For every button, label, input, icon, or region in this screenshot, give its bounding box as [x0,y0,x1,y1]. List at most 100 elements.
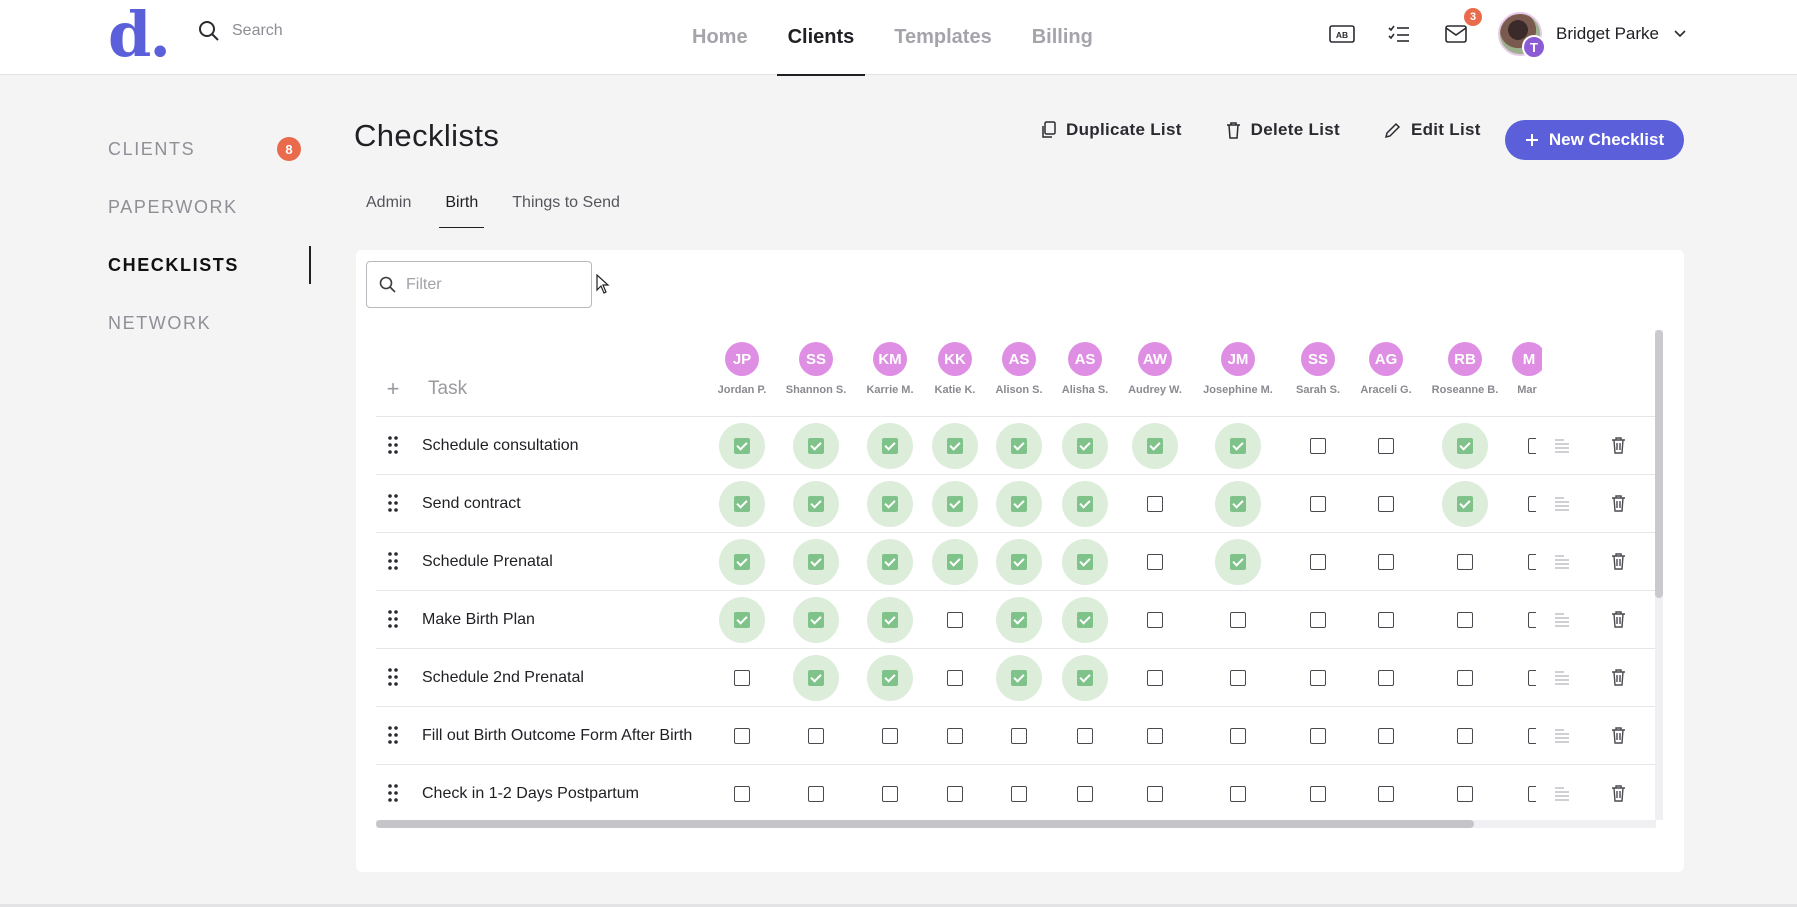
task-check-cell[interactable] [719,481,765,527]
checkbox-checked[interactable] [1077,496,1093,512]
task-check-cell[interactable] [867,597,913,643]
checkbox-unchecked[interactable] [947,670,963,686]
checkbox-checked[interactable] [734,612,750,628]
checkbox-unchecked[interactable] [947,786,963,802]
notes-icon[interactable] [1554,785,1570,806]
tab-admin[interactable]: Admin [360,190,417,228]
checkbox-unchecked[interactable] [808,786,824,802]
task-check-cell[interactable] [1295,771,1341,817]
task-check-cell[interactable] [1295,597,1341,643]
task-check-cell[interactable] [1363,423,1409,469]
checkbox-checked[interactable] [1011,438,1027,454]
checkbox-unchecked[interactable] [1378,438,1394,454]
task-check-cell[interactable] [793,655,839,701]
checkbox-checked[interactable] [734,438,750,454]
edit-list-button[interactable]: Edit List [1384,120,1481,140]
task-check-cell[interactable] [1062,539,1108,585]
tab-things-to-send[interactable]: Things to Send [506,190,626,228]
checkbox-checked[interactable] [1077,554,1093,570]
checkbox-unchecked[interactable] [1147,786,1163,802]
app-logo[interactable]: d. [108,4,171,66]
checkbox-checked[interactable] [1011,496,1027,512]
checkbox-unchecked[interactable] [1457,786,1473,802]
task-check-cell[interactable] [996,655,1042,701]
task-check-cell[interactable] [719,655,765,701]
notes-icon[interactable] [1554,553,1570,574]
notes-icon[interactable] [1554,727,1570,748]
task-check-cell[interactable] [1363,539,1409,585]
task-check-cell[interactable] [1132,771,1178,817]
drag-handle-icon[interactable] [386,493,400,513]
checkbox-checked[interactable] [882,670,898,686]
task-check-cell[interactable] [1062,655,1108,701]
client-column-header[interactable]: AG Araceli G. [1344,342,1428,396]
task-check-cell[interactable] [996,771,1042,817]
mail-icon[interactable]: 3 [1442,8,1482,48]
new-checklist-button[interactable]: New Checklist [1505,120,1684,160]
delete-task-icon[interactable] [1611,668,1626,691]
checkbox-unchecked[interactable] [734,728,750,744]
checkbox-unchecked[interactable] [1528,438,1536,454]
nav-templates[interactable]: Templates [874,0,1011,75]
task-check-cell[interactable] [996,539,1042,585]
task-check-cell[interactable] [719,713,765,759]
checkbox-unchecked[interactable] [1528,554,1536,570]
task-check-cell[interactable] [1363,655,1409,701]
task-check-cell[interactable] [793,771,839,817]
task-check-cell[interactable] [996,713,1042,759]
checkbox-checked[interactable] [808,612,824,628]
sidebar-item-paperwork[interactable]: PAPERWORK [108,178,311,236]
checkbox-checked[interactable] [1077,612,1093,628]
task-check-cell[interactable] [1363,713,1409,759]
task-name[interactable]: Send contract [422,475,521,533]
notes-icon[interactable] [1554,495,1570,516]
checkbox-unchecked[interactable] [1528,670,1536,686]
task-check-cell[interactable] [1295,423,1341,469]
delete-task-icon[interactable] [1611,784,1626,807]
task-check-cell[interactable] [1132,713,1178,759]
checkbox-unchecked[interactable] [1310,438,1326,454]
checkbox-checked[interactable] [1457,496,1473,512]
task-check-cell[interactable] [1363,771,1409,817]
checkbox-checked[interactable] [1011,670,1027,686]
checkbox-unchecked[interactable] [1147,554,1163,570]
checkbox-unchecked[interactable] [1310,670,1326,686]
horizontal-scroll-thumb[interactable] [376,820,1474,828]
checkbox-unchecked[interactable] [1528,786,1536,802]
checkbox-checked[interactable] [882,496,898,512]
checkbox-unchecked[interactable] [947,728,963,744]
checkbox-unchecked[interactable] [808,728,824,744]
task-check-cell[interactable] [1363,481,1409,527]
task-check-cell[interactable] [1442,713,1488,759]
drag-handle-icon[interactable] [386,667,400,687]
checkbox-unchecked[interactable] [1378,554,1394,570]
checkbox-checked[interactable] [947,554,963,570]
checkbox-unchecked[interactable] [1147,496,1163,512]
checkbox-unchecked[interactable] [1147,728,1163,744]
task-check-cell[interactable] [932,713,978,759]
checkbox-checked[interactable] [1457,438,1473,454]
checkbox-unchecked[interactable] [734,670,750,686]
task-check-cell[interactable] [793,481,839,527]
task-check-cell[interactable] [719,539,765,585]
checkbox-checked[interactable] [1230,496,1246,512]
task-check-cell[interactable] [1295,655,1341,701]
checkbox-unchecked[interactable] [1528,496,1536,512]
task-name[interactable]: Schedule Prenatal [422,533,553,591]
drag-handle-icon[interactable] [386,609,400,629]
task-check-cell[interactable] [1363,597,1409,643]
checkbox-checked[interactable] [882,438,898,454]
checkbox-unchecked[interactable] [1011,786,1027,802]
task-check-cell[interactable] [867,423,913,469]
notes-icon[interactable] [1554,437,1570,458]
task-check-cell[interactable] [793,539,839,585]
drag-handle-icon[interactable] [386,435,400,455]
checkbox-unchecked[interactable] [1077,728,1093,744]
task-check-cell[interactable] [996,423,1042,469]
user-menu[interactable]: T Bridget Parke [1498,12,1687,59]
checklist-icon[interactable] [1385,20,1413,48]
checkbox-checked[interactable] [882,554,898,570]
task-check-cell[interactable] [1215,539,1261,585]
drag-handle-icon[interactable] [386,783,400,803]
task-check-cell[interactable] [932,539,978,585]
